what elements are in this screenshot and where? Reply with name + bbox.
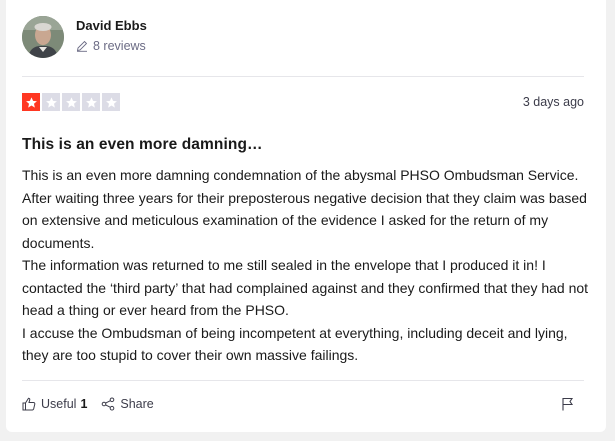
author-review-count: 8 reviews [76,39,147,53]
avatar[interactable] [22,16,64,58]
star-empty-icon [42,93,60,111]
star-empty-icon [62,93,80,111]
thumbs-up-icon [22,397,36,411]
review-body: This is an even more damning condemnatio… [22,164,592,367]
review-paragraph: This is an even more damning condemnatio… [22,167,587,251]
author-header: David Ebbs 8 reviews [22,16,147,58]
star-empty-icon [82,93,100,111]
useful-count: 1 [80,397,88,411]
author-name[interactable]: David Ebbs [76,18,147,33]
report-flag-button[interactable] [561,397,574,411]
pencil-icon [76,40,88,52]
rating-row: 3 days ago [22,93,584,111]
review-card: David Ebbs 8 reviews 3 days ago This is … [6,0,606,432]
useful-label: Useful [41,397,77,411]
divider [22,380,584,381]
star-empty-icon [102,93,120,111]
star-filled-icon [22,93,40,111]
review-date: 3 days ago [522,95,584,109]
review-paragraph: The information was returned to me still… [22,257,589,318]
review-actions: Useful 1 Share [22,397,584,411]
author-meta: David Ebbs 8 reviews [76,18,147,53]
useful-button[interactable]: Useful 1 [22,397,87,411]
share-label: Share [120,397,154,411]
flag-icon [562,397,574,411]
review-title[interactable]: This is an even more damning… [22,136,263,154]
share-button[interactable]: Share [101,397,154,411]
review-count-label: 8 reviews [93,38,146,53]
share-icon [102,397,115,411]
review-paragraph: I accuse the Ombudsman of being incompet… [22,324,568,364]
star-rating [22,93,122,111]
divider [22,76,584,77]
